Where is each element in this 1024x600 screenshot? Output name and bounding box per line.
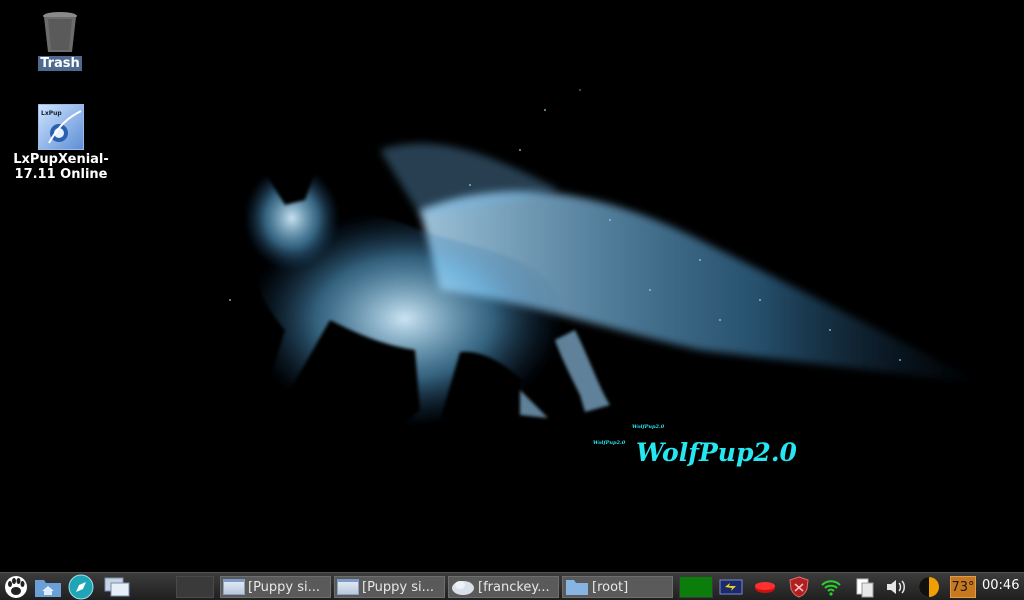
task-label: [Puppy si... (248, 579, 321, 595)
network-button[interactable] (818, 576, 844, 598)
desktop[interactable]: WolfPup2.0 WolfPup2.0 WolfPup2.0 Trash L… (0, 0, 1024, 572)
task-button[interactable]: [Puppy si... (334, 576, 445, 598)
task-label: [franckey... (478, 579, 550, 595)
power-meter-icon (719, 579, 743, 595)
power-meter-button[interactable] (718, 576, 744, 598)
firewall-button[interactable] (786, 576, 812, 598)
cloud-icon (452, 581, 474, 595)
wallpaper-wolf-image (229, 89, 985, 428)
lxpup-app-icon: LxPup (38, 104, 84, 150)
redshift-button[interactable] (916, 576, 942, 598)
wallpaper-small-brand-text: WolfPup2.0 (632, 424, 665, 430)
home-folder-icon (35, 580, 61, 597)
desktop-lxpup-shortcut[interactable]: LxPup LxPupXenial- 17.11 Online (6, 104, 116, 182)
clipboard-button[interactable] (852, 576, 878, 598)
firewall-shield-icon (789, 576, 809, 598)
volume-button[interactable] (884, 576, 910, 598)
file-manager-launcher[interactable] (33, 575, 63, 599)
task-button[interactable]: [Puppy si... (220, 576, 331, 598)
browser-launcher[interactable] (66, 574, 96, 600)
wallpaper-small-brand-text: WolfPup2.0 (593, 440, 626, 446)
temperature-icon[interactable]: 73° (950, 576, 976, 598)
task-label: [root] (592, 579, 629, 595)
desktop-icon-label: LxPupXenial- 17.11 Online (13, 152, 109, 182)
volume-icon (887, 580, 905, 594)
folder-icon (566, 580, 588, 595)
compass-browser-icon (68, 574, 94, 600)
clipboard-icon (856, 578, 874, 598)
empty-taskbar-slot (176, 576, 214, 598)
desktop-trash-shortcut[interactable]: Trash (34, 10, 86, 71)
window-icon (223, 579, 245, 595)
desktop-icon-label: Trash (38, 56, 82, 71)
taskbar: [Puppy si... [Puppy si... [franckey... [… (0, 572, 1024, 600)
task-button[interactable]: [franckey... (448, 576, 559, 598)
trash-icon (43, 12, 77, 52)
clock[interactable]: 00:46 (982, 578, 1019, 593)
wolf-paw-menu-icon (5, 576, 27, 598)
temperature-value: 73° (951, 579, 975, 595)
redshift-moon-icon (919, 577, 939, 597)
window-icon (337, 579, 359, 595)
drive-mount-button[interactable] (752, 576, 778, 598)
wifi-icon (821, 580, 841, 596)
cpu-monitor-icon[interactable] (679, 576, 713, 598)
task-button[interactable]: [root] (562, 576, 673, 598)
window-switcher-button[interactable] (102, 575, 132, 599)
wallpaper-title: WolfPup2.0 (636, 438, 797, 467)
task-label: [Puppy si... (362, 579, 435, 595)
window-switcher-icon (104, 577, 130, 597)
menu-button[interactable] (1, 575, 31, 599)
drive-mount-icon (755, 582, 775, 593)
